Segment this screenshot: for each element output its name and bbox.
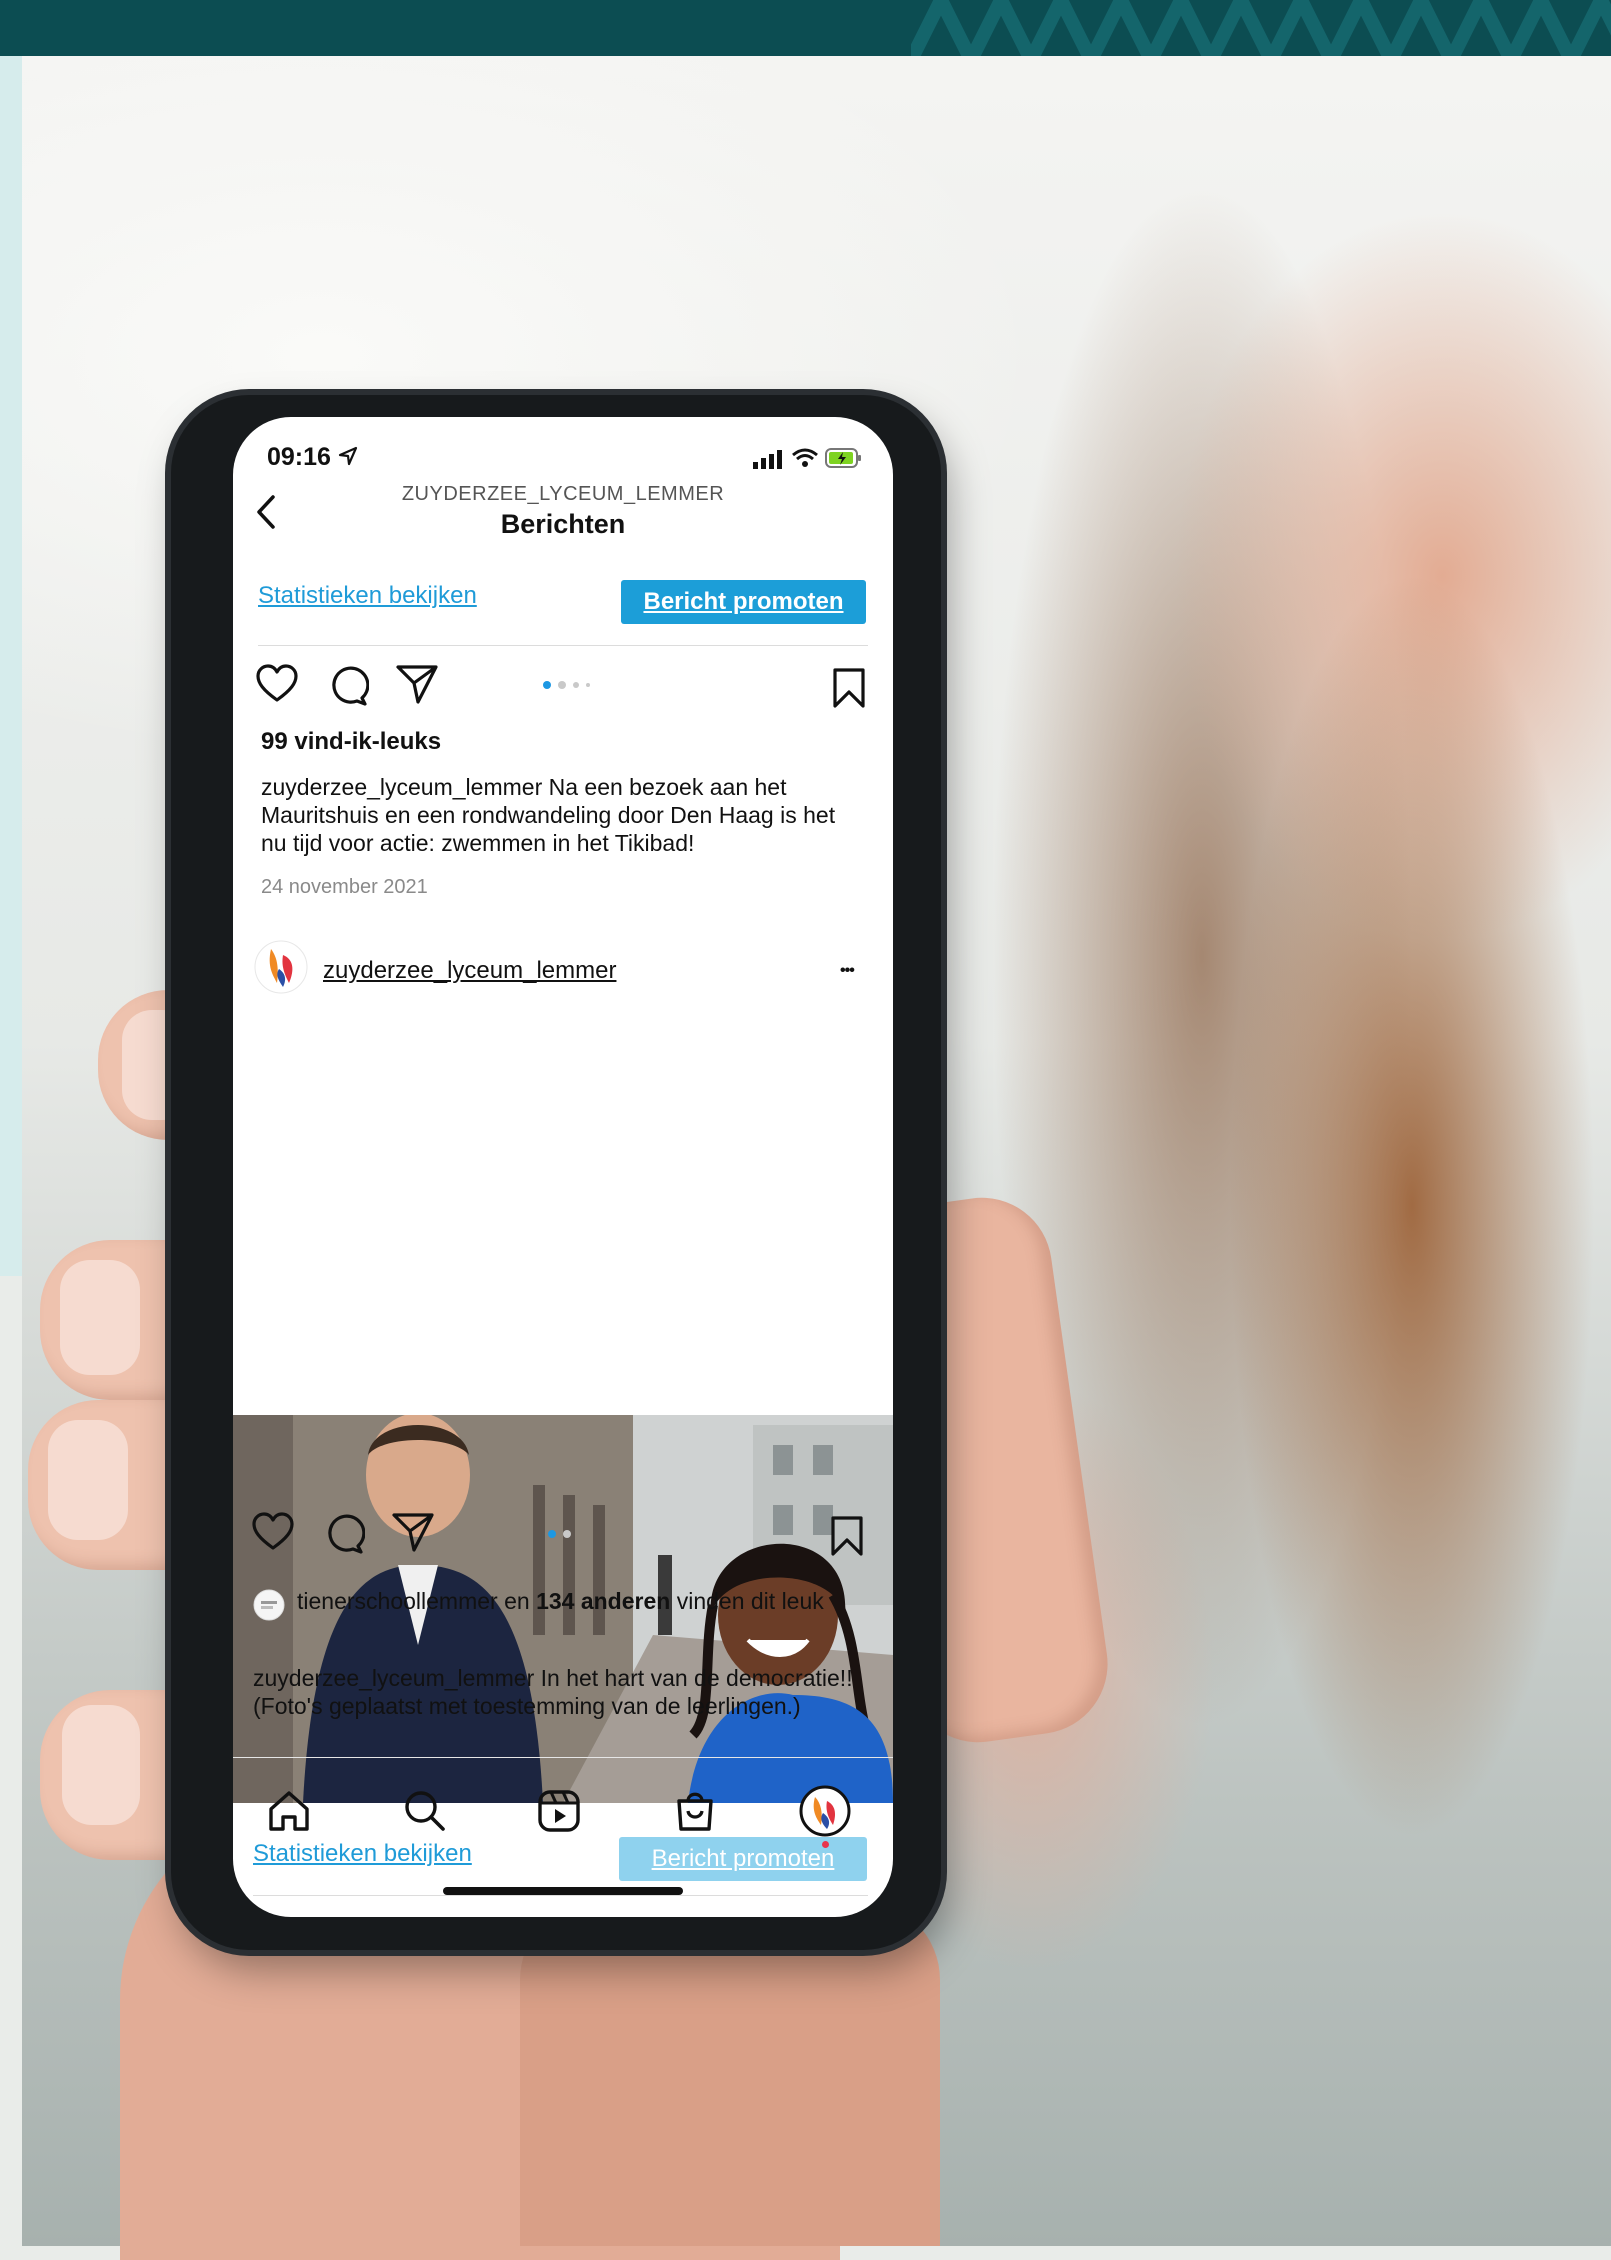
- share-icon[interactable]: [391, 1510, 435, 1554]
- reels-icon[interactable]: [535, 1787, 583, 1835]
- carousel-dots: [548, 1530, 571, 1538]
- top-band: [0, 0, 1611, 56]
- wrist: [520, 1900, 940, 2246]
- post2-caption-user[interactable]: zuyderzee_lyceum_lemmer: [253, 1665, 534, 1691]
- home-icon[interactable]: [265, 1787, 313, 1835]
- liked-by-count[interactable]: 134 anderen: [536, 1588, 670, 1614]
- post2-liked-by: tienerschoollemmer en 134 anderen vinden…: [297, 1587, 857, 1615]
- post2-caption: zuyderzee_lyceum_lemmer In het hart van …: [253, 1664, 868, 1720]
- nail-3: [48, 1420, 128, 1540]
- left-strip: [0, 56, 22, 1276]
- liked-by-avatar: [253, 1589, 285, 1621]
- profile-tab-avatar[interactable]: [799, 1785, 851, 1837]
- liked-by-user[interactable]: tienerschoollemmer: [297, 1588, 498, 1614]
- carousel-dot-active: [548, 1530, 556, 1538]
- screen-lower-overlay: tienerschoollemmer en 134 anderen vinden…: [233, 417, 893, 1917]
- bookmark-icon[interactable]: [829, 1515, 865, 1557]
- heart-icon[interactable]: [251, 1510, 295, 1554]
- shop-icon[interactable]: [671, 1787, 719, 1835]
- liked-by-connector: en: [497, 1588, 537, 1614]
- home-indicator[interactable]: [443, 1887, 683, 1895]
- liked-by-suffix: vinden dit leuk: [670, 1588, 824, 1614]
- divider: [233, 1757, 893, 1758]
- chevron-pattern: [911, 0, 1611, 56]
- nail-2: [60, 1260, 140, 1375]
- carousel-dot: [563, 1530, 571, 1538]
- notification-dot: [822, 1841, 829, 1848]
- search-icon[interactable]: [401, 1787, 449, 1835]
- nail-4: [62, 1705, 140, 1825]
- comment-icon[interactable]: [323, 1512, 365, 1554]
